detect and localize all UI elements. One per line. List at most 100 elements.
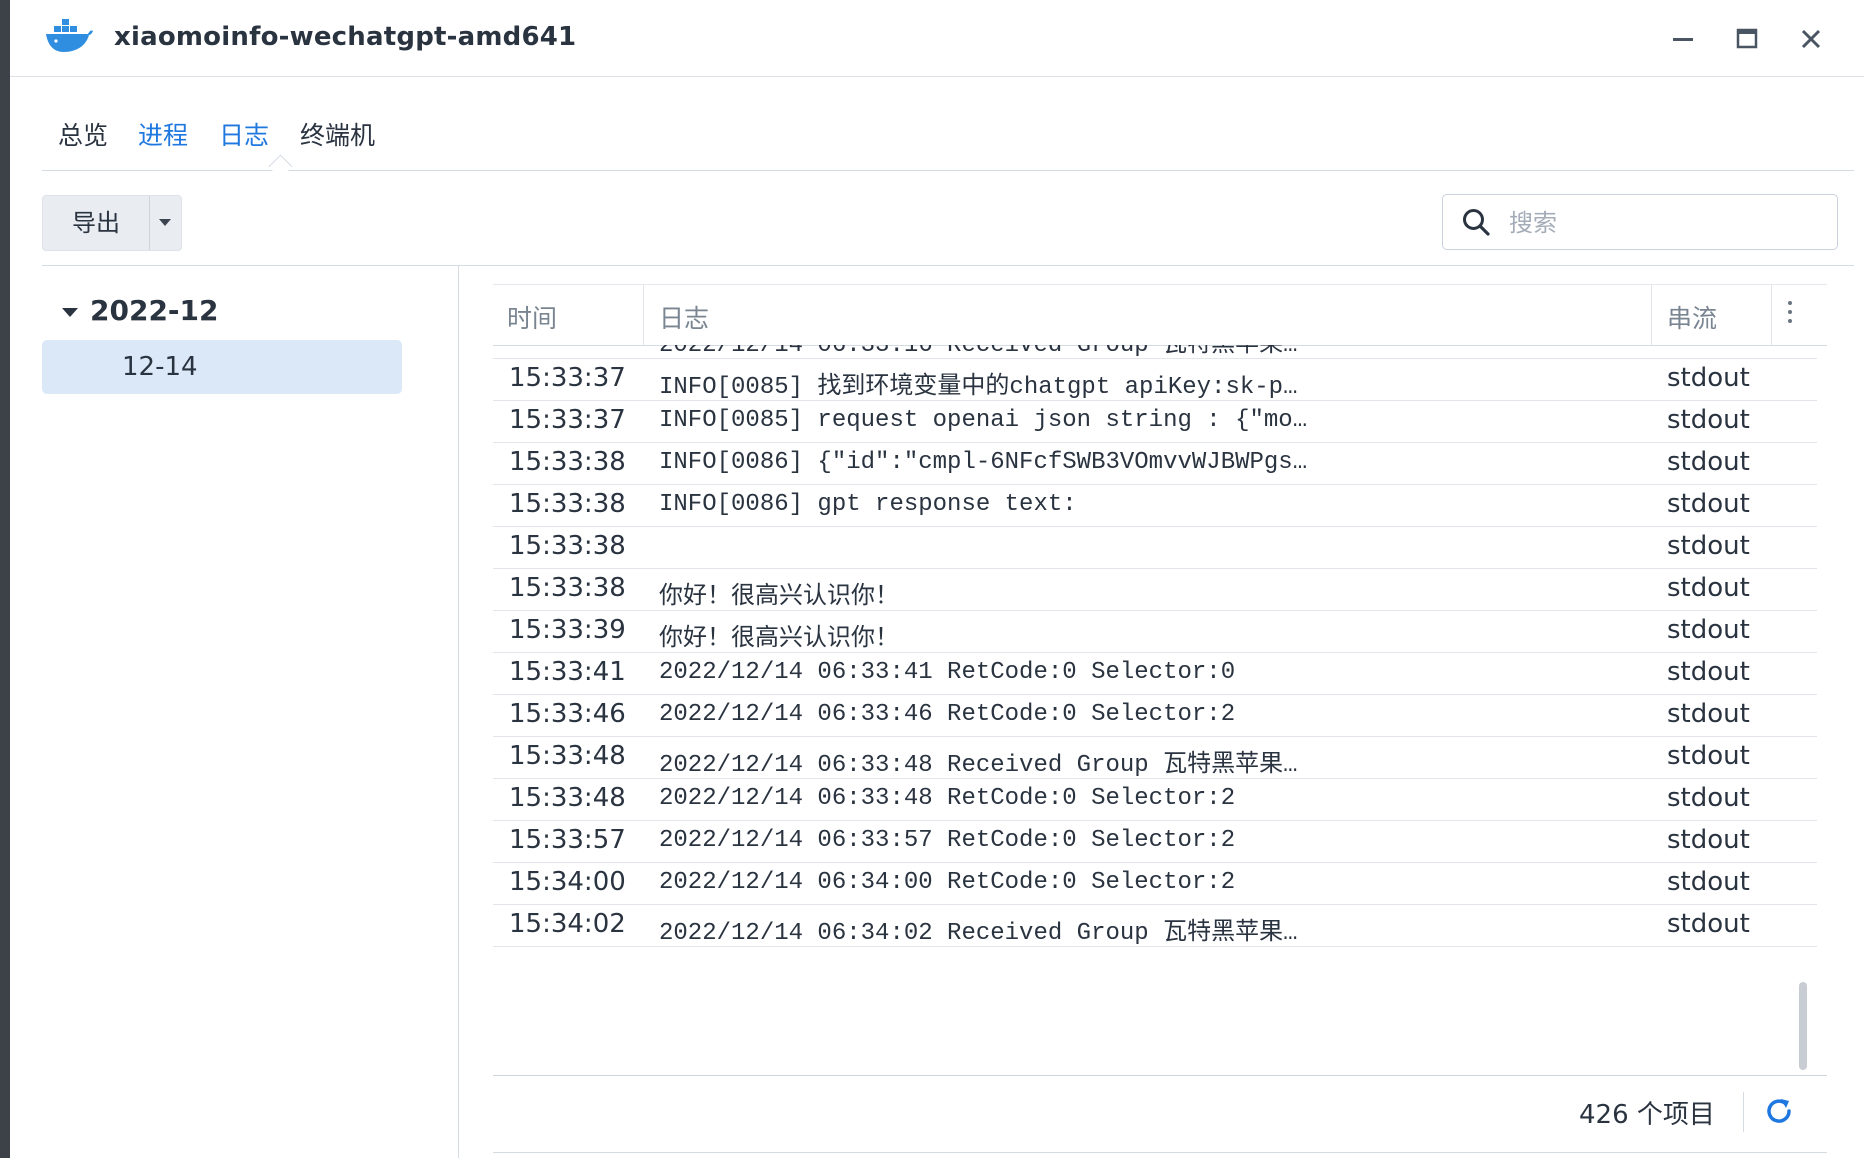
table-row[interactable]: 15:33:16 2022/12/14 06:33:16 Received Gro…	[493, 345, 1817, 359]
cell-time: 15:33:37	[509, 363, 626, 393]
caret-down-icon	[159, 219, 171, 226]
table-row[interactable]: 15:33:57 2022/12/14 06:33:57 RetCode:0 Se…	[493, 821, 1817, 863]
search-box	[1442, 194, 1838, 250]
table-row[interactable]: 15:33:38 INFO[0086] gpt response text: std…	[493, 485, 1817, 527]
more-vertical-icon[interactable]	[1787, 301, 1793, 329]
close-icon	[1801, 29, 1821, 49]
cell-time: 15:33:41	[509, 657, 626, 687]
footer-divider	[1743, 1092, 1744, 1132]
cell-stream: stdout	[1667, 447, 1750, 477]
cell-time: 15:33:48	[509, 741, 626, 771]
cell-stream: stdout	[1667, 573, 1750, 603]
cell-stream: stdout	[1667, 489, 1750, 519]
item-count: 426 个项目	[1579, 1100, 1715, 1130]
window-title: xiaomoinfo-wechatgpt-amd641	[114, 22, 577, 52]
cell-time: 15:33:39	[509, 615, 626, 645]
minimize-icon	[1673, 38, 1693, 41]
table-footer: 426 个项目	[493, 1075, 1827, 1153]
cell-time: 15:33:37	[509, 405, 626, 435]
tab-terminal[interactable]: 终端机	[300, 116, 375, 152]
cell-log: INFO[0085] 找到环境变量中的chatgpt apiKey:sk-pKH…	[659, 374, 1309, 401]
cell-log: 2022/12/14 06:33:41 RetCode:0 Selector:0	[659, 659, 1236, 686]
table-row[interactable]: 15:34:02 2022/12/14 06:34:02 Received Gro…	[493, 905, 1817, 947]
cell-log: 2022/12/14 06:33:46 RetCode:0 Selector:2	[659, 701, 1236, 728]
cell-log: 2022/12/14 06:33:48 Received Group 瓦特黑苹果…	[659, 752, 1309, 779]
cell-time: 15:33:16	[509, 345, 626, 351]
table-row[interactable]: 15:33:38 INFO[0086] {"id":"cmpl-6NFcfSWB3…	[493, 443, 1817, 485]
table-row[interactable]: 15:33:38 你好！很高兴认识你！ stdout	[493, 569, 1817, 611]
refresh-icon[interactable]	[1764, 1096, 1794, 1126]
minimize-button[interactable]	[1666, 22, 1700, 56]
table-row[interactable]: 15:34:00 2022/12/14 06:34:00 RetCode:0 Se…	[493, 863, 1817, 905]
column-divider[interactable]	[1651, 285, 1652, 345]
docker-whale-icon	[46, 19, 93, 52]
month-node[interactable]: 2022-12	[90, 294, 219, 327]
table-body[interactable]: 15:33:16 2022/12/14 06:33:16 Received Gro…	[493, 345, 1827, 1059]
cell-stream: stdout	[1667, 615, 1750, 645]
export-button[interactable]: 导出	[43, 196, 149, 250]
table-row[interactable]: 15:33:41 2022/12/14 06:33:41 RetCode:0 Se…	[493, 653, 1817, 695]
tab-bar: 总览 进程 日志 终端机	[42, 100, 1854, 179]
expand-caret-icon[interactable]	[62, 308, 78, 317]
cell-log: 你好！很高兴认识你！	[659, 626, 899, 653]
cell-log: 你好！很高兴认识你！	[659, 584, 899, 611]
column-header-stream[interactable]: 串流	[1667, 299, 1717, 335]
table-row[interactable]: 15:33:37 INFO[0085] 找到环境变量中的chatgpt apiKe…	[493, 359, 1817, 401]
tab-processes[interactable]: 进程	[138, 116, 188, 152]
export-dropdown-button[interactable]	[150, 196, 181, 250]
cell-stream: stdout	[1667, 783, 1750, 813]
cell-log: INFO[0086] {"id":"cmpl-6NFcfSWB3VOmvvWJB…	[659, 449, 1309, 476]
cell-stream: stdout	[1667, 363, 1750, 393]
table-row[interactable]: 15:33:37 INFO[0085] request openai json s…	[493, 401, 1817, 443]
cell-stream: stdout	[1667, 405, 1750, 435]
cell-log: 2022/12/14 06:33:57 RetCode:0 Selector:2	[659, 827, 1236, 854]
tab-overview[interactable]: 总览	[58, 116, 108, 152]
cell-log: 2022/12/14 06:33:48 RetCode:0 Selector:2	[659, 785, 1236, 812]
title-bar[interactable]: xiaomoinfo-wechatgpt-amd641	[10, 0, 1864, 77]
table-row[interactable]: 15:33:46 2022/12/14 06:33:46 RetCode:0 Se…	[493, 695, 1817, 737]
cell-stream: stdout	[1667, 531, 1750, 561]
maximize-icon	[1736, 28, 1758, 49]
cell-stream: stdout	[1667, 657, 1750, 687]
tab-log[interactable]: 日志	[219, 116, 269, 152]
table-row[interactable]: 15:33:39 你好！很高兴认识你！ stdout	[493, 611, 1817, 653]
cell-stream: stdout	[1667, 909, 1750, 939]
maximize-button[interactable]	[1730, 22, 1764, 56]
export-split-button: 导出	[42, 195, 182, 251]
cell-log: 2022/12/14 06:33:16 Received Group 瓦特黑苹果…	[659, 345, 1309, 359]
container-window: xiaomoinfo-wechatgpt-amd641 总览 进程 日志 终端机…	[10, 0, 1864, 1158]
vertical-scrollbar[interactable]	[1799, 982, 1807, 1070]
table-row[interactable]: 15:33:48 2022/12/14 06:33:48 Received Gro…	[493, 737, 1817, 779]
cell-time: 15:33:48	[509, 783, 626, 813]
cell-log: INFO[0086] gpt response text:	[659, 491, 1077, 518]
column-header-time[interactable]: 时间	[507, 299, 557, 335]
column-divider	[1771, 285, 1772, 345]
cell-time: 15:33:38	[509, 531, 626, 561]
close-button[interactable]	[1794, 22, 1828, 56]
cell-stream: stdout	[1667, 867, 1750, 897]
cell-time: 15:33:38	[509, 447, 626, 477]
log-table: 时间 日志 串流 15:33:16 2022/12/14 06:33:16 Rec…	[493, 284, 1827, 1153]
cell-time: 15:34:00	[509, 867, 626, 897]
cell-time: 15:33:38	[509, 489, 626, 519]
column-divider[interactable]	[643, 285, 644, 345]
search-input[interactable]	[1507, 203, 1821, 243]
active-tab-indicator	[268, 154, 293, 179]
cell-time: 15:33:57	[509, 825, 626, 855]
column-header-log[interactable]: 日志	[659, 299, 709, 335]
cell-stream: stdout	[1667, 741, 1750, 771]
day-node-selected[interactable]: 12-14	[42, 340, 402, 394]
cell-stream: stdout	[1667, 345, 1750, 351]
date-tree-panel: 2022-12 12-14	[10, 266, 459, 1158]
table-header: 时间 日志 串流	[493, 284, 1827, 346]
cell-time: 15:34:02	[509, 909, 626, 939]
table-row[interactable]: 15:33:48 2022/12/14 06:33:48 RetCode:0 Se…	[493, 779, 1817, 821]
cell-log: INFO[0085] request openai json string : …	[659, 407, 1309, 434]
cell-time: 15:33:46	[509, 699, 626, 729]
cell-log: 2022/12/14 06:34:00 RetCode:0 Selector:2	[659, 869, 1236, 896]
search-icon	[1463, 209, 1490, 236]
cell-stream: stdout	[1667, 825, 1750, 855]
table-row[interactable]: 15:33:38 stdout	[493, 527, 1817, 569]
day-label: 12-14	[122, 352, 198, 382]
cell-time: 15:33:38	[509, 573, 626, 603]
